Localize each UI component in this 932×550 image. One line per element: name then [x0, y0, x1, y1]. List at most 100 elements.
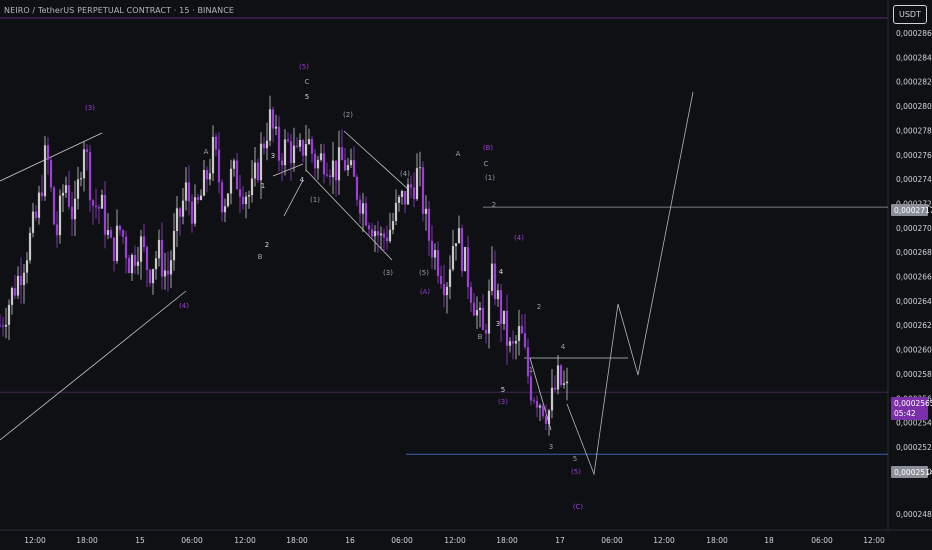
- candle-body: [157, 239, 161, 259]
- candle-body: [478, 307, 482, 311]
- x-tick-label: 12:00: [234, 536, 256, 545]
- candle-body: [136, 261, 140, 266]
- candle-body: [373, 231, 377, 237]
- candle-body: [352, 160, 356, 177]
- candle-body: [331, 160, 335, 178]
- candle-body: [370, 229, 374, 237]
- candle-body: [406, 184, 410, 205]
- candle-body: [292, 145, 296, 163]
- candle-body: [46, 145, 50, 160]
- candle-body: [25, 260, 29, 273]
- candle-body: [463, 247, 467, 272]
- x-tick-label: 18:00: [286, 536, 308, 545]
- candle-body: [550, 387, 554, 411]
- candle-body: [412, 187, 416, 200]
- price-chart[interactable]: 0,0002860 0,0002840 0,0002820 0,0002800 0,00…: [0, 0, 932, 550]
- x-tick-label: 06:00: [181, 536, 203, 545]
- candle-body: [544, 416, 548, 424]
- candle-body: [166, 270, 170, 275]
- wave-label: (B): [483, 144, 494, 152]
- candle-body: [244, 196, 248, 205]
- candle-body: [100, 194, 104, 209]
- candle-body: [394, 202, 398, 222]
- candle-body: [184, 182, 188, 201]
- wave-label: (1): [485, 174, 495, 182]
- candle-body: [397, 196, 401, 203]
- candle-body: [223, 206, 227, 213]
- candle-body: [160, 239, 164, 277]
- candle-body: [52, 187, 56, 225]
- wave-label: (A): [420, 288, 431, 296]
- candle-body: [346, 165, 350, 171]
- x-tick-label: 18:00: [706, 536, 728, 545]
- wave-label: (3): [498, 398, 508, 406]
- trend-line: [283, 179, 304, 217]
- candle-body: [76, 179, 80, 199]
- candle-body: [247, 195, 251, 197]
- candle-body: [523, 333, 527, 348]
- candle-body: [115, 225, 119, 261]
- wave-label: 3: [496, 320, 500, 328]
- candle-body: [283, 139, 287, 166]
- candle-body: [178, 208, 182, 217]
- candle-body: [556, 365, 560, 390]
- candle-body: [67, 185, 71, 207]
- wave-label: A: [204, 148, 209, 156]
- candle-body: [538, 405, 542, 408]
- wave-label: 2: [265, 241, 269, 249]
- candle-body: [232, 160, 236, 169]
- candle-body: [298, 139, 302, 147]
- candle-body: [304, 144, 308, 156]
- candle-body: [376, 231, 380, 236]
- wave-label: C: [484, 160, 489, 168]
- candle-body: [286, 139, 290, 142]
- candle-body: [289, 141, 293, 163]
- candle-body: [400, 191, 404, 197]
- candle-body: [307, 139, 311, 145]
- x-tick-label: 18: [764, 536, 774, 545]
- candle-body: [565, 381, 569, 384]
- candle-body: [139, 236, 143, 262]
- candle-body: [562, 383, 566, 385]
- candle-body: [430, 240, 434, 258]
- candle-body: [118, 225, 122, 231]
- candle-body: [151, 269, 155, 284]
- candle-body: [73, 198, 77, 220]
- candle-body: [472, 302, 476, 316]
- candle-body: [142, 236, 146, 248]
- wave-label: A: [456, 150, 461, 158]
- candle-body: [196, 197, 200, 200]
- candle-body: [541, 405, 545, 417]
- wave-label: (C): [573, 503, 584, 511]
- candle-body: [64, 185, 68, 193]
- wave-label: (4): [179, 302, 189, 310]
- wave-label: (5): [419, 269, 429, 277]
- candle-body: [103, 194, 107, 235]
- candle-body: [112, 237, 116, 261]
- candle-body: [553, 387, 557, 390]
- candle-body: [208, 173, 212, 180]
- candle-body: [445, 286, 449, 296]
- chart-area[interactable]: NEIRO / TetherUS PERPETUAL CONTRACT · 15…: [0, 0, 932, 550]
- candle-body: [0, 325, 2, 326]
- candle-body: [433, 250, 437, 258]
- candle-body: [250, 178, 254, 196]
- candle-body: [109, 230, 113, 238]
- candle-body: [202, 170, 206, 196]
- candle-body: [241, 196, 245, 205]
- candle-body: [85, 149, 89, 152]
- candle-body: [268, 109, 272, 141]
- candle-body: [316, 159, 320, 169]
- candle-body: [559, 365, 563, 385]
- wave-label: (2): [343, 111, 353, 119]
- candle-body: [496, 290, 500, 300]
- candle-body: [97, 207, 101, 209]
- candle-body: [211, 136, 215, 174]
- candle-body: [238, 189, 242, 197]
- candle-body: [439, 276, 443, 285]
- candle-body: [385, 237, 389, 242]
- candle-body: [484, 329, 488, 334]
- candle-body: [514, 340, 518, 344]
- candle-body: [121, 230, 125, 237]
- candle-body: [340, 147, 344, 161]
